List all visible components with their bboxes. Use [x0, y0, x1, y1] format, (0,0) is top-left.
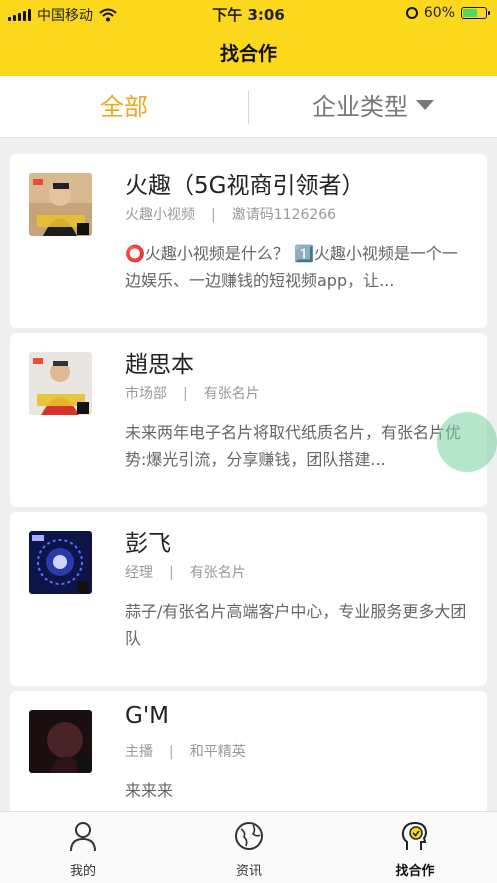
cooperation-icon: [401, 821, 428, 850]
partner-card[interactable]: 趙思本 市场部 | 有张名片 未来两年电子名片将取代纸质名片，有张名片优势:爆光引流…: [10, 333, 487, 507]
filter-tab-company-type[interactable]: 企业类型: [249, 76, 497, 138]
card-name: G'M: [125, 703, 169, 729]
card-description: ⭕火趣小视频是什么？ 1️⃣火趣小视频是一个一边娱乐、一边赚钱的短视频app，让…: [125, 244, 458, 290]
filter-bar: 全部 企业类型: [0, 76, 497, 138]
tab-label: 资讯: [235, 864, 262, 879]
filter-tab-all[interactable]: 全部: [0, 76, 248, 138]
battery-percent: 60%: [423, 5, 455, 21]
card-meta: 经理 | 有张名片: [125, 565, 246, 581]
card-name: 彭飞: [125, 531, 171, 557]
card-description: 来来来: [125, 781, 174, 800]
card-meta: 主播 | 和平精英: [125, 744, 246, 760]
partner-card[interactable]: 彭飞 经理 | 有张名片 蒜子/有张名片高端客户中心，专业服务更多大团队: [10, 512, 487, 686]
nav-bar: 找合作: [0, 28, 497, 76]
card-meta: 市场部 | 有张名片: [125, 386, 260, 402]
card-detail: 邀请码1126266: [231, 207, 337, 223]
card-detail: 和平精英: [189, 744, 246, 760]
card-name: 火趣（5G视商引领者）: [125, 173, 365, 199]
touch-indicator: [437, 412, 497, 472]
tab-label: 我的: [69, 864, 96, 879]
card-company: 经理: [125, 565, 153, 581]
tab-news[interactable]: 资讯: [166, 812, 332, 883]
person-icon: [70, 822, 96, 852]
card-description: 蒜子/有张名片高端客户中心，专业服务更多大团队: [125, 602, 467, 648]
tab-label: 找合作: [395, 864, 435, 879]
caret-down-icon: [416, 100, 434, 110]
card-meta: 火趣小视频 | 邀请码1126266: [125, 207, 337, 223]
page-title: 找合作: [219, 43, 277, 65]
card-name: 趙思本: [125, 352, 194, 378]
tab-mine[interactable]: 我的: [0, 812, 166, 883]
avatar: [29, 352, 92, 415]
tab-find-cooperation[interactable]: 找合作: [332, 812, 497, 883]
card-company: 火趣小视频: [125, 207, 195, 223]
status-bar: 中国移动 下午 3:06 60%: [0, 0, 497, 28]
partner-list[interactable]: 火趣（5G视商引领者） 火趣小视频 | 邀请码1126266 ⭕火趣小视频是什么？ …: [0, 138, 497, 811]
partner-card[interactable]: 火趣（5G视商引领者） 火趣小视频 | 邀请码1126266 ⭕火趣小视频是什么？ …: [10, 154, 487, 328]
bottom-tab-bar: 我的 资讯 找合作: [0, 811, 497, 883]
avatar: [29, 531, 92, 594]
battery-icon: [461, 7, 490, 19]
card-description: 未来两年电子名片将取代纸质名片，有张名片优势:爆光引流，分享赚钱，团队搭建...: [125, 423, 462, 469]
card-company: 主播: [125, 744, 153, 760]
card-detail: 有张名片: [189, 565, 246, 581]
status-right: 60%: [405, 5, 490, 21]
alarm-icon: [405, 7, 418, 19]
card-company: 市场部: [125, 386, 167, 402]
avatar: [29, 173, 92, 236]
card-detail: 有张名片: [203, 386, 260, 402]
avatar: [29, 710, 92, 773]
globe-icon: [235, 822, 263, 850]
filter-type-label: 企业类型: [312, 93, 408, 121]
partner-card[interactable]: G'M 主播 | 和平精英 来来来: [10, 691, 487, 811]
